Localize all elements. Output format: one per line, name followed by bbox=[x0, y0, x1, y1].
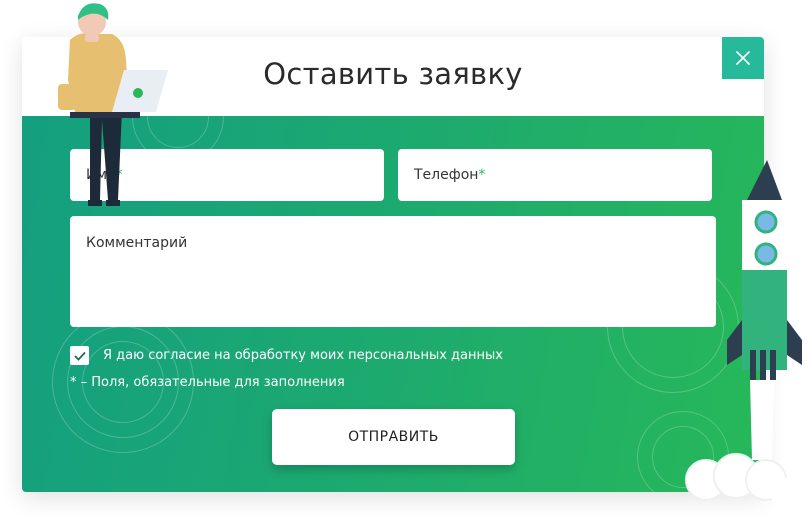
required-fields-note: * – Поля, обязательные для заполнения bbox=[70, 375, 345, 390]
consent-label: Я даю согласие на обработку моих персона… bbox=[103, 348, 503, 363]
checkmark-icon bbox=[73, 351, 86, 361]
person-with-laptop-illustration bbox=[58, 3, 168, 206]
close-icon bbox=[736, 51, 750, 65]
submit-button[interactable]: ОТПРАВИТЬ bbox=[272, 409, 515, 465]
comment-field[interactable]: Комментарий bbox=[70, 216, 716, 327]
comment-placeholder: Комментарий bbox=[86, 235, 188, 251]
phone-placeholder: Телефон* bbox=[414, 167, 486, 183]
consent-checkbox[interactable] bbox=[70, 346, 89, 365]
close-button[interactable] bbox=[722, 37, 764, 79]
clouds-illustration bbox=[685, 453, 798, 506]
phone-field[interactable]: Телефон* bbox=[398, 149, 712, 201]
